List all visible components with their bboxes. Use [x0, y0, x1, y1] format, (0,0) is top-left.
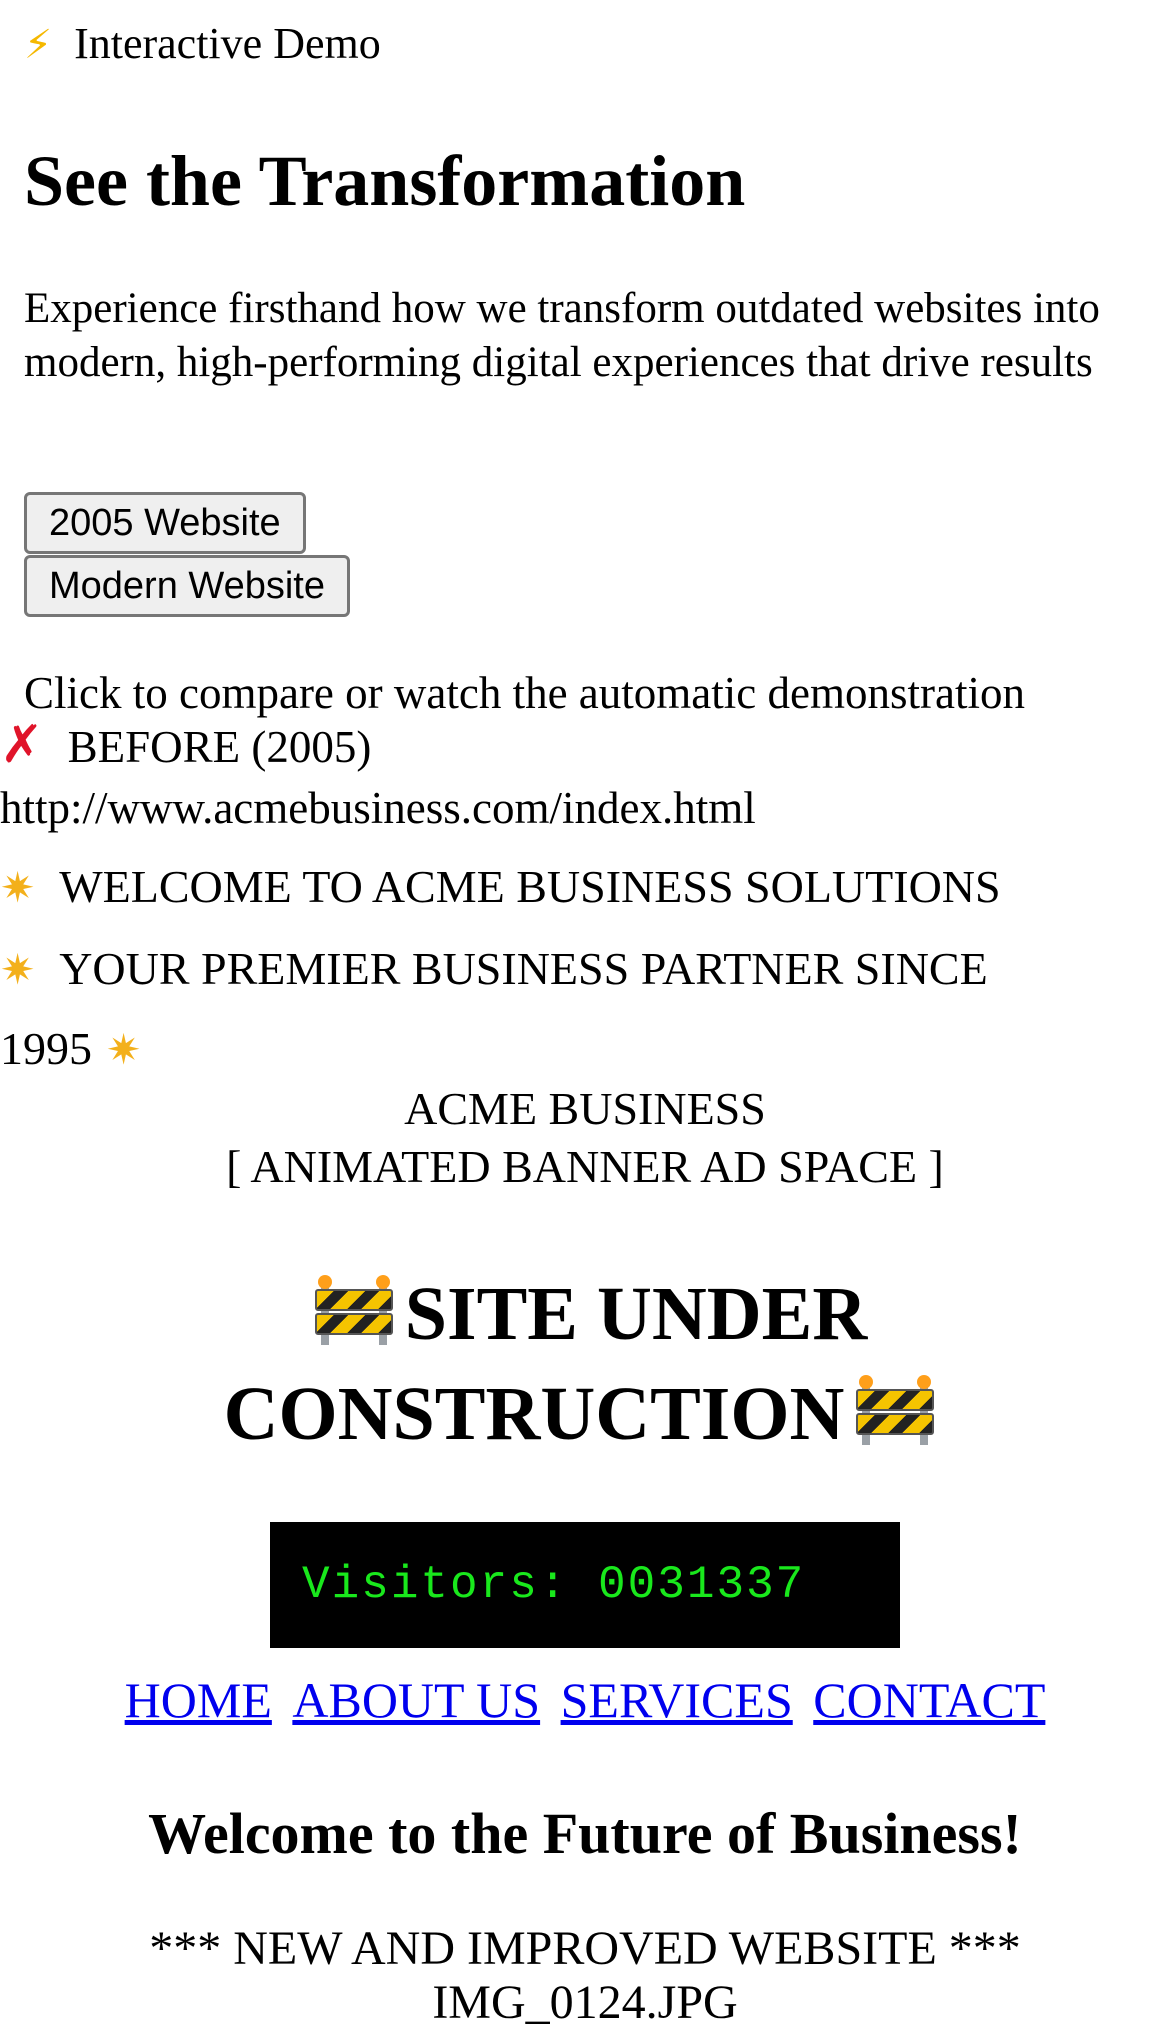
visitor-counter: Visitors: 0031337	[270, 1522, 900, 1648]
under-construction-heading: SITE UNDER CONSTRUCTION	[0, 1264, 1170, 1464]
demo-badge: ⚡ Interactive Demo	[24, 14, 381, 75]
marquee-line-2: ✷ YOUR PREMIER BUSINESS PARTNER SINCE	[0, 938, 988, 1001]
construction-barrier-icon	[314, 1275, 393, 1345]
old-site-nav: HOME ABOUT US SERVICES CONTACT	[0, 1668, 1170, 1732]
star-icon: ✷	[106, 1025, 142, 1074]
nav-link-home[interactable]: HOME	[125, 1672, 272, 1728]
image-filename-caption: IMG_0124.JPG	[432, 1976, 738, 2029]
old-site-url: http://www.acmebusiness.com/index.html	[0, 783, 756, 833]
marquee-line-1: ✷ WELCOME TO ACME BUSINESS SOLUTIONS	[0, 856, 1001, 919]
construction-line-2: CONSTRUCTION	[223, 1372, 845, 1456]
before-label-text: BEFORE (2005)	[67, 722, 372, 772]
show-modern-website-button[interactable]: Modern Website	[24, 555, 350, 617]
marquee-line-3: 1995 ✷	[0, 1018, 141, 1081]
compare-hint: Click to compare or watch the automatic …	[24, 668, 1025, 718]
nav-link-about-us[interactable]: ABOUT US	[292, 1672, 540, 1728]
nav-link-contact[interactable]: CONTACT	[813, 1672, 1045, 1728]
construction-line-1: SITE UNDER	[404, 1272, 868, 1356]
banner-ad-space: [ ANIMATED BANNER AD SPACE ]	[226, 1141, 944, 1192]
construction-barrier-icon	[856, 1375, 935, 1445]
hero-title: See the Transformation	[24, 141, 746, 221]
lightning-icon: ⚡	[24, 22, 53, 68]
banner-business-name: ACME BUSINESS	[404, 1083, 766, 1134]
demo-badge-label: Interactive Demo	[74, 19, 381, 68]
cross-mark-icon: ✗	[0, 715, 44, 775]
star-icon: ✷	[0, 945, 36, 994]
star-icon: ✷	[0, 863, 36, 912]
marquee-line-2-text: YOUR PREMIER BUSINESS PARTNER SINCE	[59, 943, 988, 994]
before-label: ✗ BEFORE (2005)	[0, 716, 371, 776]
welcome-heading: Welcome to the Future of Business!	[148, 1801, 1022, 1866]
marquee-line-3-text: 1995	[0, 1023, 92, 1074]
hero-subtitle: Experience firsthand how we transform ou…	[24, 285, 1100, 386]
nav-link-services[interactable]: SERVICES	[561, 1672, 793, 1728]
improved-website-text: *** NEW AND IMPROVED WEBSITE ***	[149, 1922, 1021, 1975]
show-2005-website-button[interactable]: 2005 Website	[24, 492, 306, 554]
marquee-line-1-text: WELCOME TO ACME BUSINESS SOLUTIONS	[59, 861, 1001, 912]
